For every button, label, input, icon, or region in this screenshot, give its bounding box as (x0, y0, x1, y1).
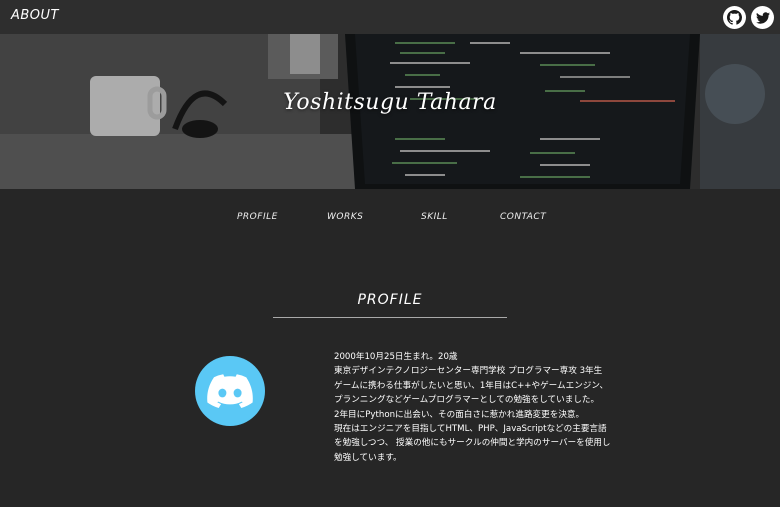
profile-bio: 2000年10月25日生まれ。20歳 東京デザインテクノロジーセンター専門学校 … (334, 350, 664, 465)
bio-line: 東京デザインテクノロジーセンター専門学校 プログラマー専攻 3年生 (334, 366, 603, 377)
brand-link[interactable]: ABOUT (11, 8, 59, 23)
bio-line: プランニングなどゲームプログラマーとしての勉強をしていました。 (334, 395, 600, 406)
profile-divider (273, 317, 507, 318)
bio-line: 勉強しています。 (334, 452, 402, 463)
github-icon (727, 10, 742, 25)
nav-skill[interactable]: SKILL (421, 212, 448, 222)
bio-line: 2年目にPythonに出会い、その面白さに惹かれ進路変更を決意。 (334, 409, 585, 420)
hero-title: Yoshitsugu Tahara (283, 90, 497, 115)
bio-line: を勉強しつつ、 授業の他にもサークルの仲間と学内のサーバーを使用し (334, 438, 611, 449)
nav-contact[interactable]: CONTACT (500, 212, 546, 222)
avatar (195, 356, 265, 426)
discord-icon (207, 374, 253, 408)
nav-profile[interactable]: PROFILE (237, 212, 278, 222)
github-link[interactable] (723, 6, 746, 29)
bio-line: ゲームに携わる仕事がしたいと思い、1年目はC++やゲームエンジン、 (334, 380, 609, 391)
bio-line: 現在はエンジニアを目指してHTML、PHP、JavaScriptなどの主要言語 (334, 424, 607, 435)
nav-works[interactable]: WORKS (327, 212, 363, 222)
twitter-link[interactable] (751, 6, 774, 29)
bio-line: 2000年10月25日生まれ。20歳 (334, 352, 458, 362)
top-bar: ABOUT (0, 0, 780, 34)
hero-banner: Yoshitsugu Tahara (0, 34, 780, 189)
twitter-icon (755, 11, 770, 24)
profile-heading: PROFILE (357, 292, 423, 308)
